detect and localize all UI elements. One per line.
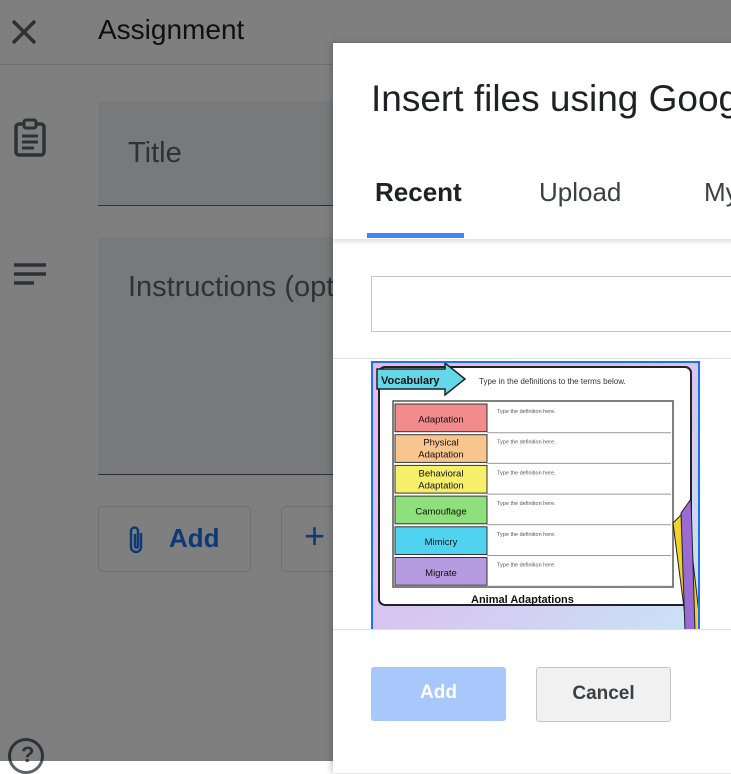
preview-definition-text: Type the definition here. — [497, 501, 556, 507]
preview-definition-text: Type the definition here. — [497, 440, 556, 446]
drive-picker-dialog: Insert files using Google Drive Recent U… — [333, 43, 731, 773]
preview-definition-text: Type the definition here. — [497, 409, 556, 415]
preview-heading: Vocabulary — [381, 375, 440, 387]
preview-term-text: Adaptation — [418, 414, 463, 425]
tab-upload[interactable]: Upload — [539, 177, 621, 208]
preview-term-text: Migrate — [425, 568, 457, 579]
file-preview: Vocabulary Type in the definitions to th… — [373, 363, 698, 629]
preview-term-text: Mimicry — [425, 537, 458, 548]
preview-definition-text: Type the definition here. — [497, 470, 556, 476]
preview-term-text: Behavioral — [419, 468, 464, 479]
dialog-title: Insert files using Google Drive — [371, 78, 731, 119]
preview-definition-text: Type the definition here. — [497, 563, 556, 569]
preview-term-text: Physical — [423, 438, 458, 449]
active-tab-indicator — [367, 233, 464, 238]
preview-term-text: Adaptation — [418, 450, 463, 461]
insert-add-button[interactable]: Add — [371, 667, 506, 721]
preview-term-text: Adaptation — [418, 480, 463, 491]
preview-instruction: Type in the definitions to the terms bel… — [479, 377, 626, 386]
insert-add-label: Add — [420, 682, 457, 703]
preview-term-text: Camouflage — [415, 506, 466, 517]
tab-recent[interactable]: Recent — [375, 177, 462, 208]
preview-definition-text: Type the definition here. — [497, 532, 556, 538]
search-input[interactable] — [371, 276, 731, 332]
results-area: Vocabulary Type in the definitions to th… — [333, 358, 731, 630]
preview-footer: Animal Adaptations — [471, 594, 574, 606]
tab-my-drive[interactable]: My Drive — [704, 177, 731, 208]
file-thumbnail[interactable]: Vocabulary Type in the definitions to th… — [371, 361, 700, 629]
cancel-label: Cancel — [572, 683, 635, 704]
cancel-button[interactable]: Cancel — [536, 667, 671, 722]
picker-tabs: Recent Upload My Drive — [333, 163, 731, 239]
